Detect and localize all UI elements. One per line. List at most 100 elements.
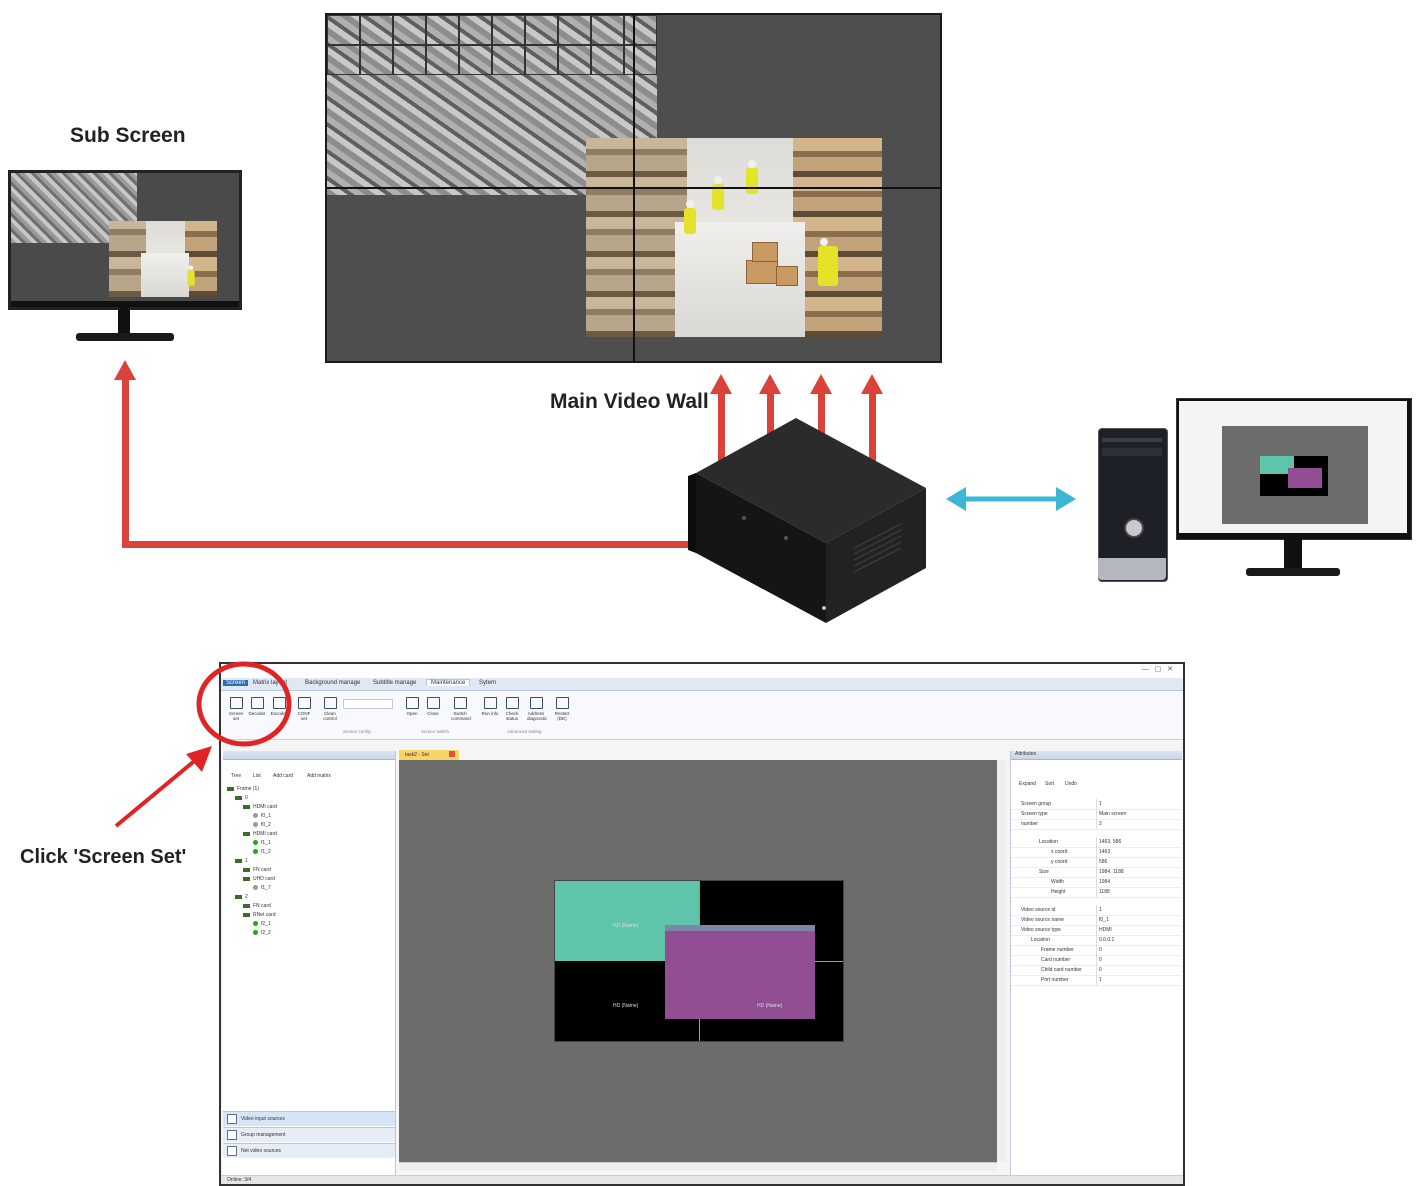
restart-icon [555, 697, 569, 709]
property-row[interactable]: Frame number 0 [1011, 945, 1181, 956]
check-status-icon [505, 697, 519, 709]
canvas-horizontal-scrollbar[interactable] [399, 1162, 997, 1171]
property-row[interactable]: Width 1984 [1011, 877, 1181, 888]
tree-item[interactable]: FN card [227, 902, 277, 911]
tab-subtitle-manage[interactable]: Subtitle manage [373, 680, 416, 686]
tree-item[interactable]: f1_7 [227, 884, 277, 893]
device-tree-panel: Tree List Add card Add matrix Frame (1) … [223, 751, 396, 1182]
tree-item[interactable]: HDMI card [227, 803, 277, 812]
status-bar: Online: 3/4 [221, 1175, 1183, 1184]
video-wall-controller-icon [686, 418, 926, 628]
clean-control-button[interactable]: Clean control [321, 697, 339, 721]
desktop-computer-icon [1098, 428, 1168, 582]
menu-bar: Screen Matrix layout Background manage S… [221, 678, 1183, 691]
property-row[interactable]: Screen type Main screen [1011, 809, 1181, 820]
wall-warehouse-image [586, 138, 882, 337]
ribbon-group-advanced: Advanced setting [507, 729, 542, 734]
signal-arrowhead-sub [114, 360, 136, 380]
main-video-wall [325, 13, 942, 363]
property-row[interactable]: Screen group 1 [1011, 799, 1181, 810]
property-row[interactable]: y coord 586 [1011, 857, 1181, 868]
tree-item[interactable]: RNet card [227, 911, 277, 920]
run-info-icon [483, 697, 497, 709]
sort-button[interactable]: Sort [1045, 781, 1054, 787]
property-row[interactable]: Video source type HDMI [1011, 925, 1181, 936]
screen-label: HD (Name) [613, 1003, 639, 1009]
net-video-icon [227, 1146, 237, 1156]
tree-item[interactable]: FN card [227, 866, 277, 875]
tree-item[interactable]: f0_1 [227, 812, 277, 821]
list-view-button[interactable]: List [253, 773, 261, 779]
control-link-arrow [946, 487, 1076, 511]
run-info-button[interactable]: Run info [481, 697, 499, 716]
canvas-tab[interactable]: task2 - Set [399, 750, 459, 760]
ribbon-group-screen-config: Screen config [343, 729, 371, 734]
tree-item[interactable]: f2_2 [227, 929, 277, 938]
close-button[interactable]: Close [424, 697, 442, 716]
property-row[interactable]: Port number 1 [1011, 975, 1181, 986]
attributes-panel: Attributes Expand Sort Undo Screen group… [1010, 751, 1182, 1182]
address-diagnostic-icon [529, 697, 543, 709]
property-row[interactable]: number 2 [1011, 819, 1181, 830]
nav-net-video-sources[interactable]: Net video sources [223, 1143, 395, 1158]
property-row[interactable]: Child card number 0 [1011, 965, 1181, 976]
property-row[interactable]: Card number 0 [1011, 955, 1181, 966]
video-window-purple[interactable]: HD (Name) [665, 925, 815, 1019]
tree-item[interactable]: UHD card [227, 875, 277, 884]
main-video-wall-label: Main Video Wall [550, 390, 709, 413]
tab-background-manage[interactable]: Background manage [305, 680, 360, 686]
device-tree: Frame (1) 0 HDMI card f0_1 f0_2 HDMI car… [227, 785, 277, 938]
tree-item[interactable]: f1_2 [227, 848, 277, 857]
signal-arrowhead-wall-4 [861, 374, 883, 394]
add-card-button[interactable]: Add card [273, 773, 293, 779]
tree-item[interactable]: Frame (1) [227, 785, 277, 794]
tree-item[interactable]: 1 [227, 857, 277, 866]
video-input-icon [227, 1114, 237, 1124]
signal-arrowhead-wall-1 [710, 374, 732, 394]
highlight-circle [196, 661, 292, 747]
check-status-button[interactable]: Check status [503, 697, 521, 721]
property-row[interactable]: Video source id 1 [1011, 905, 1181, 916]
tree-item[interactable]: 0 [227, 794, 277, 803]
nav-group-management[interactable]: Group management [223, 1127, 395, 1142]
property-row[interactable]: Size 1984, 1188 [1011, 867, 1181, 878]
property-row[interactable]: Location 0.0.0.1 [1011, 935, 1181, 946]
controller-software-window: — ▢ ✕ Screen Matrix layout Background ma… [219, 662, 1185, 1186]
signal-line-vertical-sub [122, 376, 129, 548]
property-row[interactable]: x coord 1463 [1011, 847, 1181, 858]
tab-maintenance[interactable]: Maintenance [426, 679, 471, 686]
conf-set-button[interactable]: CONF set [295, 697, 313, 721]
address-diagnostic-button[interactable]: Address diagnostic [527, 697, 547, 721]
sub-screen-monitor [8, 170, 242, 341]
screen-config-dropdown[interactable] [343, 699, 393, 709]
tree-item[interactable]: f1_1 [227, 839, 277, 848]
undo-button[interactable]: Undo [1065, 781, 1077, 787]
screen-layout-canvas[interactable]: HD (Name) HD (Name) HD (Name) [399, 760, 997, 1162]
canvas-vertical-scrollbar[interactable] [997, 760, 1006, 1162]
close-icon [426, 697, 440, 709]
expand-button[interactable]: Expand [1019, 781, 1036, 787]
clean-control-icon [323, 697, 337, 709]
tree-item[interactable]: f0_2 [227, 821, 277, 830]
click-screen-set-label: Click 'Screen Set' [20, 846, 187, 868]
nav-video-input-sources[interactable]: Video input sources [223, 1111, 395, 1126]
add-matrix-button[interactable]: Add matrix [307, 773, 331, 779]
tree-view-button[interactable]: Tree [231, 773, 241, 779]
signal-arrowhead-wall-3 [810, 374, 832, 394]
conf-set-icon [297, 697, 311, 709]
property-row[interactable]: Height 1188 [1011, 887, 1181, 898]
tree-item[interactable]: 2 [227, 893, 277, 902]
property-row[interactable]: Location 1463, 586 [1011, 837, 1181, 848]
sub-screen-label: Sub Screen [70, 124, 186, 147]
tree-item[interactable]: f2_1 [227, 920, 277, 929]
open-button[interactable]: Open [403, 697, 421, 716]
group-management-icon [227, 1130, 237, 1140]
tab-close-icon[interactable] [449, 751, 455, 757]
tree-item[interactable]: HDMI card [227, 830, 277, 839]
window-controls[interactable]: — ▢ ✕ [1142, 665, 1173, 673]
property-row[interactable]: Video source name f0_1 [1011, 915, 1181, 926]
tab-system[interactable]: Sytem [479, 680, 496, 686]
ribbon-toolbar: Screen set Decoder Encoder CONF set Clea… [221, 691, 1183, 740]
restart-button[interactable]: Restart (DE) [553, 697, 571, 721]
switch-command-button[interactable]: Switch command [451, 697, 471, 721]
